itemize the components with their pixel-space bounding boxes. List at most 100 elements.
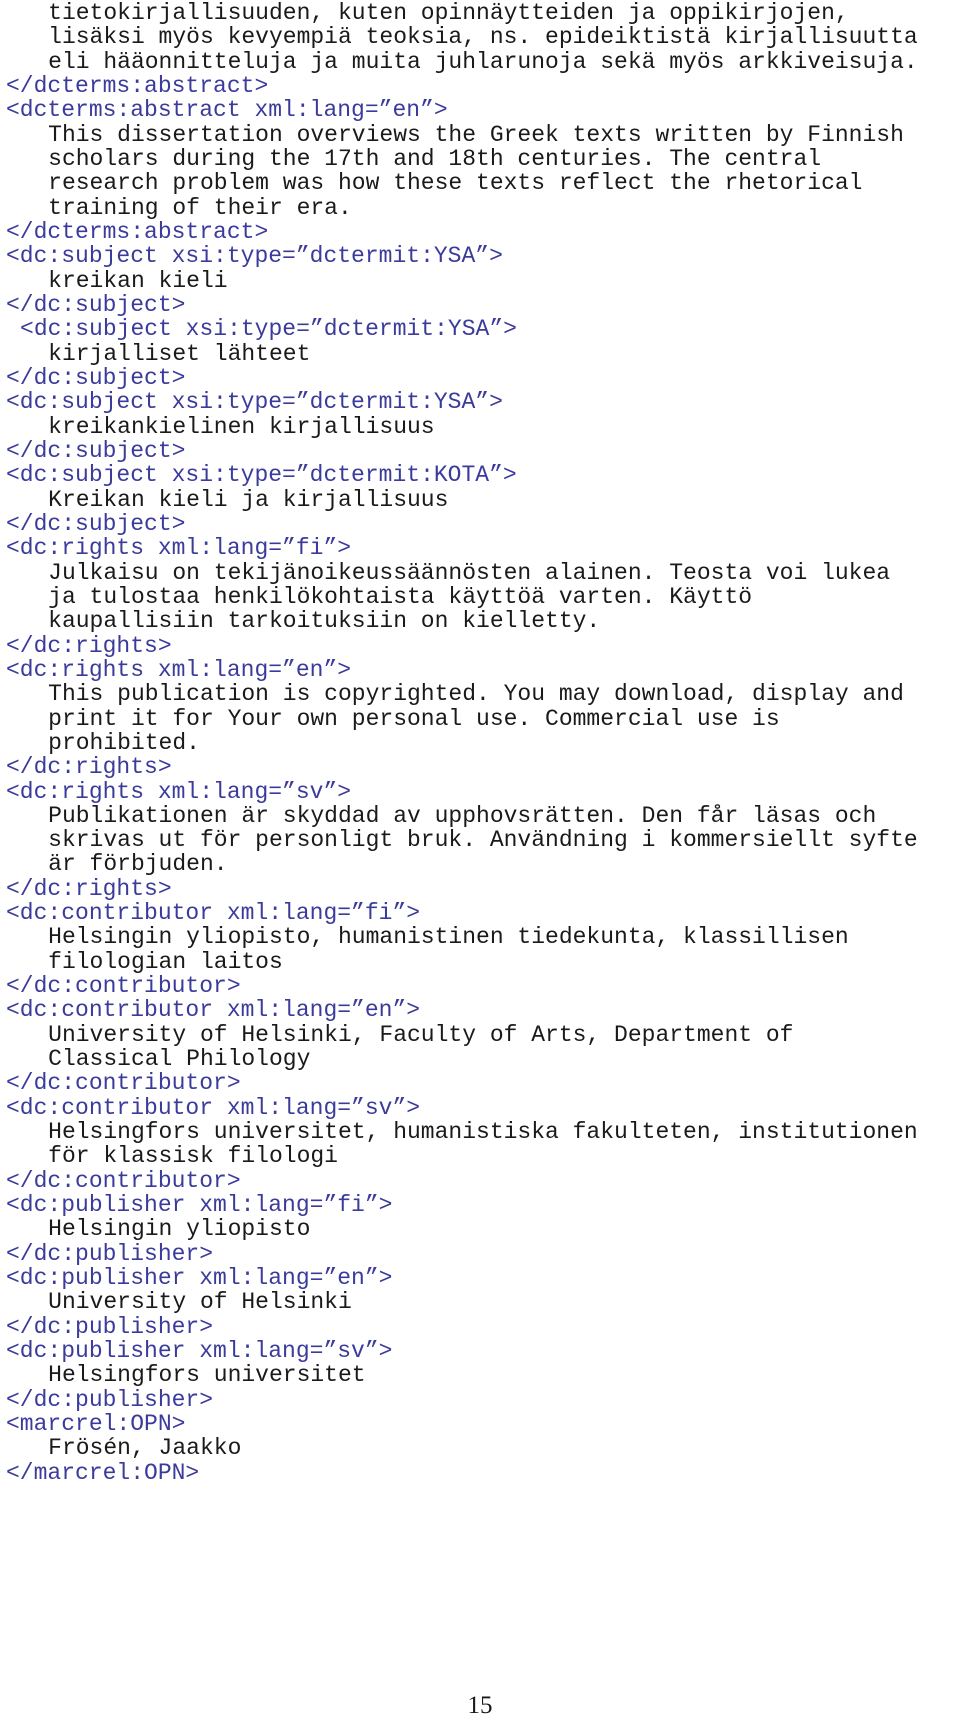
xml-tag: <dc:subject xsi:type=”dctermit:YSA”> (6, 389, 503, 416)
xml-tag-line: <dc:rights xml:lang=”fi”> (6, 536, 960, 560)
xml-tag-line: </dc:subject> (6, 439, 960, 463)
xml-tag: <marcrel:OPN> (6, 1411, 186, 1438)
xml-tag-line: </dc:subject> (6, 293, 960, 317)
xml-text-line: Frösén, Jaakko (6, 1436, 960, 1460)
xml-tag: </dc:publisher> (6, 1386, 214, 1413)
xml-tag-line: </dcterms:abstract> (6, 220, 960, 244)
xml-content-text: kirjalliset lähteet (48, 340, 311, 367)
xml-content-text: print it for Your own personal use. Comm… (48, 705, 780, 732)
xml-tag: </dc:rights> (6, 632, 172, 659)
xml-tag-line: <dc:publisher xml:lang=”fi”> (6, 1193, 960, 1217)
xml-text-line: för klassisk filologi (6, 1144, 960, 1168)
xml-text-line: kreikankielinen kirjallisuus (6, 413, 960, 440)
xml-content-text: Helsingin yliopisto, humanistinen tiedek… (48, 924, 849, 951)
xml-tag: </dcterms:abstract> (6, 72, 269, 99)
xml-tag-line: </dc:rights> (6, 632, 960, 659)
xml-tag: <dc:subject xsi:type=”dctermit:KOTA”> (6, 462, 517, 489)
xml-text-line: skrivas ut för personligt bruk. Användni… (6, 828, 960, 852)
xml-tag-line: </dc:rights> (6, 755, 960, 779)
xml-tag-line: <dc:subject xsi:type=”dctermit:YSA”> (6, 390, 960, 414)
xml-tag: <dc:rights xml:lang=”fi”> (6, 535, 352, 562)
xml-tag: <dc:rights xml:lang=”en”> (6, 656, 352, 683)
xml-tag-line: <dc:contributor xml:lang=”fi”> (6, 901, 960, 925)
xml-tag-line: </dc:rights> (6, 877, 960, 901)
xml-tag: <dc:contributor xml:lang=”en”> (6, 997, 421, 1024)
xml-content-text: kreikankielinen kirjallisuus (48, 413, 435, 440)
xml-content-text: är förbjuden. (48, 851, 228, 878)
xml-content-text: kreikan kieli (48, 267, 228, 294)
xml-text-line: kirjalliset lähteet (6, 340, 960, 367)
xml-tag-line: <dc:contributor xml:lang=”sv”> (6, 1096, 960, 1120)
xml-text-line: eli hääonnitteluja ja muita juhlarunoja … (6, 48, 960, 75)
xml-content-text: eli hääonnitteluja ja muita juhlarunoja … (48, 48, 918, 75)
xml-text-line: print it for Your own personal use. Comm… (6, 705, 960, 732)
xml-tag-line: <dc:contributor xml:lang=”en”> (6, 998, 960, 1022)
xml-tag-line: </dc:subject> (6, 366, 960, 390)
xml-tag-line: </dc:contributor> (6, 974, 960, 998)
xml-metadata-listing: tietokirjallisuuden, kuten opinnäytteide… (6, 1, 960, 1485)
xml-tag: </dc:subject> (6, 510, 186, 537)
xml-tag: <dc:contributor xml:lang=”sv”> (6, 1094, 421, 1121)
xml-text-line: Helsingin yliopisto (6, 1217, 960, 1241)
xml-content-text: Classical Philology (48, 1046, 311, 1073)
xml-text-line: är förbjuden. (6, 852, 960, 876)
xml-content-text: scholars during the 17th and 18th centur… (48, 145, 822, 172)
xml-content-text: University of Helsinki (48, 1289, 352, 1316)
xml-tag: <dc:subject xsi:type=”dctermit:YSA”> (6, 243, 503, 270)
xml-content-text: training of their era. (48, 194, 352, 221)
xml-text-line: research problem was how these texts ref… (6, 171, 960, 195)
xml-text-line: This dissertation overviews the Greek te… (6, 122, 960, 147)
xml-text-line: Publikationen är skyddad av upphovsrätte… (6, 804, 960, 828)
xml-content-text: skrivas ut för personligt bruk. Användni… (48, 827, 918, 854)
xml-tag-line: <marcrel:OPN> (6, 1412, 960, 1436)
xml-text-line: Classical Philology (6, 1047, 960, 1071)
xml-tag: </dc:publisher> (6, 1240, 214, 1267)
xml-tag: </dc:subject> (6, 291, 186, 318)
xml-tag: <dc:contributor xml:lang=”fi”> (6, 900, 421, 927)
xml-tag-line: <dc:rights xml:lang=”en”> (6, 658, 960, 682)
xml-text-line: kreikan kieli (6, 267, 960, 294)
xml-tag: </dc:contributor> (6, 1167, 241, 1194)
xml-tag: <dc:publisher xml:lang=”fi”> (6, 1192, 393, 1219)
xml-tag-line: </dc:contributor> (6, 1071, 960, 1095)
xml-text-line: Helsingfors universitet, humanistiska fa… (6, 1120, 960, 1144)
xml-tag: </dc:rights> (6, 754, 172, 781)
xml-tag: </dcterms:abstract> (6, 218, 269, 245)
xml-text-line: kaupallisiin tarkoituksiin on kielletty. (6, 609, 960, 633)
xml-text-line: This publication is copyrighted. You may… (6, 682, 960, 706)
xml-tag-line: <dc:publisher xml:lang=”sv”> (6, 1339, 960, 1363)
xml-tag-line: </dc:publisher> (6, 1242, 960, 1266)
xml-text-line: Julkaisu on tekijänoikeussäännösten alai… (6, 559, 960, 586)
xml-content-text: lisäksi myös kevyempiä teoksia, ns. epid… (48, 24, 918, 51)
xml-content-text: kaupallisiin tarkoituksiin on kielletty. (48, 608, 601, 635)
xml-text-line: training of their era. (6, 194, 960, 221)
xml-content-text: filologian laitos (48, 948, 283, 975)
xml-content-text: tietokirjallisuuden, kuten opinnäytteide… (48, 0, 849, 26)
xml-tag-line: <dc:subject xsi:type=”dctermit:YSA”> (6, 244, 960, 268)
xml-tag: <dc:rights xml:lang=”sv”> (6, 778, 352, 805)
xml-content-text: prohibited. (48, 729, 200, 756)
xml-text-line: tietokirjallisuuden, kuten opinnäytteide… (6, 1, 960, 25)
xml-tag-line: <dc:subject xsi:type=”dctermit:KOTA”> (6, 463, 960, 487)
xml-tag: <dcterms:abstract xml:lang=”en”> (6, 97, 448, 124)
xml-tag: </marcrel:OPN> (6, 1459, 200, 1486)
xml-tag: <dc:subject xsi:type=”dctermit:YSA”> (20, 316, 517, 343)
xml-content-text: Helsingfors universitet (48, 1362, 366, 1389)
xml-tag-line: <dc:publisher xml:lang=”en”> (6, 1266, 960, 1290)
xml-text-line: lisäksi myös kevyempiä teoksia, ns. epid… (6, 25, 960, 49)
xml-tag: </dc:subject> (6, 364, 186, 391)
xml-text-line: Helsingin yliopisto, humanistinen tiedek… (6, 925, 960, 949)
xml-text-line: filologian laitos (6, 950, 960, 974)
xml-text-line: University of Helsinki (6, 1290, 960, 1314)
xml-content-text: Julkaisu on tekijänoikeussäännösten alai… (48, 559, 891, 586)
xml-tag-line: </dc:contributor> (6, 1169, 960, 1193)
xml-tag-line: <dc:rights xml:lang=”sv”> (6, 778, 960, 805)
xml-text-line: Kreikan kieli ja kirjallisuus (6, 487, 960, 512)
document-page: tietokirjallisuuden, kuten opinnäytteide… (0, 0, 960, 1732)
xml-tag: <dc:publisher xml:lang=”en”> (6, 1265, 393, 1292)
xml-tag-line: <dc:subject xsi:type=”dctermit:YSA”> (6, 317, 960, 341)
xml-content-text: This publication is copyrighted. You may… (48, 681, 904, 708)
xml-content-text: research problem was how these texts ref… (48, 170, 863, 197)
xml-tag: </dc:contributor> (6, 973, 241, 1000)
xml-content-text: Frösén, Jaakko (48, 1435, 242, 1462)
